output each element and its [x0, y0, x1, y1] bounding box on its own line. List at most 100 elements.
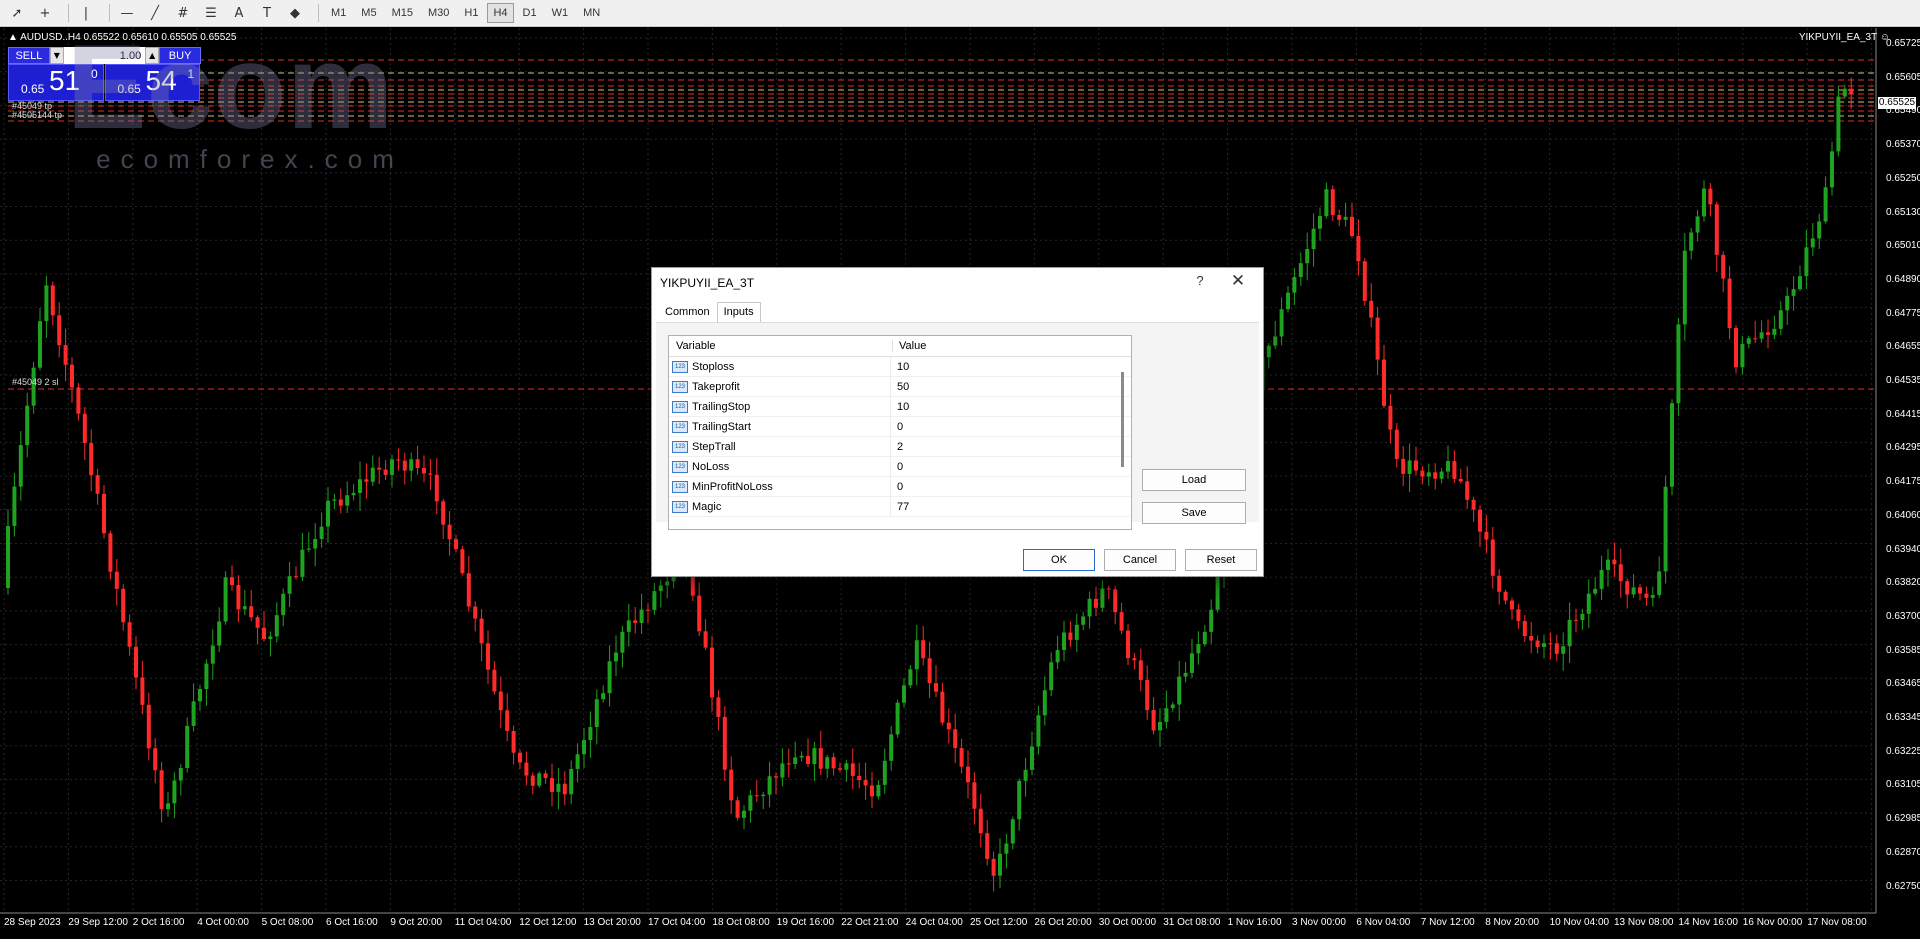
input-row-trailingstop[interactable]: 123 TrailingStop 10: [669, 397, 1131, 417]
load-button[interactable]: Load: [1142, 469, 1246, 491]
bearish-candle: [774, 776, 778, 778]
fibonacci-icon[interactable]: ☰: [200, 2, 222, 24]
crosshair-icon[interactable]: +: [34, 2, 56, 24]
bullish-candle: [665, 581, 670, 586]
time-tick-label: 31 Oct 08:00: [1163, 917, 1221, 928]
bullish-candle: [409, 459, 414, 471]
price-tick-label: 0.63820: [1886, 577, 1920, 589]
ask-price[interactable]: 0.65 54 1: [104, 64, 200, 101]
timeframe-d1[interactable]: D1: [517, 3, 543, 23]
lot-size-field[interactable]: ▼ 1.00 ▲: [49, 47, 160, 64]
input-value[interactable]: 10: [891, 401, 909, 413]
bullish-candle: [1170, 704, 1175, 709]
text-icon[interactable]: A: [228, 2, 250, 24]
timeframe-mn[interactable]: MN: [577, 3, 606, 23]
price-tick-label: 0.65725: [1886, 38, 1920, 49]
horizontal-line-icon[interactable]: —: [116, 2, 138, 24]
lot-value[interactable]: 1.00: [64, 50, 145, 62]
bullish-candle: [1836, 96, 1841, 152]
bearish-candle: [1714, 204, 1719, 255]
input-row-minprofitnoloss[interactable]: 123 MinProfitNoLoss 0: [669, 477, 1131, 497]
bearish-candle: [806, 755, 810, 765]
close-icon[interactable]: ✕: [1227, 271, 1249, 291]
bullish-candle: [825, 757, 830, 769]
bullish-candle: [1599, 569, 1604, 589]
buy-button[interactable]: BUY: [159, 47, 202, 64]
timeframe-w1[interactable]: W1: [546, 3, 575, 23]
input-row-stoploss[interactable]: 123 Stoploss 10: [669, 357, 1131, 377]
input-value[interactable]: 0: [891, 461, 903, 473]
reset-button[interactable]: Reset: [1185, 549, 1257, 571]
input-value[interactable]: 50: [891, 381, 909, 393]
column-header-variable[interactable]: Variable: [669, 340, 893, 352]
ask-price-fraction: 1: [187, 67, 195, 81]
input-value[interactable]: 10: [891, 361, 909, 373]
bearish-candle: [422, 467, 426, 474]
tab-inputs[interactable]: Inputs: [716, 302, 761, 322]
vertical-line-icon[interactable]: |: [75, 2, 97, 24]
bearish-candle: [1145, 679, 1150, 711]
timeframe-m30[interactable]: M30: [422, 3, 455, 23]
bid-price-prefix: 0.65: [21, 82, 45, 96]
scrollbar-thumb[interactable]: [1121, 372, 1124, 467]
bullish-candle: [1842, 88, 1847, 97]
timeframe-h4[interactable]: H4: [487, 3, 514, 23]
trendline-icon[interactable]: ╱: [144, 2, 166, 24]
lot-decrease-icon[interactable]: ▼: [49, 47, 64, 64]
bullish-candle: [1036, 715, 1041, 747]
input-value[interactable]: 0: [891, 421, 903, 433]
price-chart[interactable]: ▲ AUDUSD..H4 0.65522 0.65610 0.65505 0.6…: [0, 28, 1920, 939]
time-tick-label: 2 Oct 16:00: [132, 917, 185, 928]
input-value[interactable]: 77: [891, 501, 909, 513]
bid-price-fraction: 0: [91, 67, 98, 81]
bearish-candle: [1516, 609, 1521, 622]
input-row-trailingstart[interactable]: 123 TrailingStart 0: [669, 417, 1131, 437]
input-value[interactable]: 2: [891, 441, 903, 453]
input-value[interactable]: 0: [891, 481, 903, 493]
time-tick-label: 18 Oct 08:00: [712, 917, 770, 928]
cancel-button[interactable]: Cancel: [1104, 549, 1176, 571]
column-header-value[interactable]: Value: [893, 340, 926, 352]
time-tick-label: 3 Nov 00:00: [1292, 917, 1346, 928]
bearish-candle: [57, 315, 62, 346]
channel-icon[interactable]: #: [172, 2, 194, 24]
input-row-takeprofit[interactable]: 123 Takeprofit 50: [669, 377, 1131, 397]
timeframe-m5[interactable]: M5: [355, 3, 382, 23]
lot-increase-icon[interactable]: ▲: [145, 47, 160, 64]
bullish-candle: [242, 606, 247, 610]
bullish-candle: [281, 593, 286, 616]
timeframe-m15[interactable]: M15: [386, 3, 419, 23]
input-variable-name: NoLoss: [688, 457, 891, 476]
bearish-candle: [716, 697, 721, 717]
tab-common[interactable]: Common: [658, 302, 717, 322]
table-scrollbar[interactable]: [1118, 357, 1128, 529]
ask-price-prefix: 0.65: [117, 82, 141, 96]
price-tick-label: 0.63700: [1886, 610, 1920, 622]
timeframe-h1[interactable]: H1: [458, 3, 484, 23]
bearish-candle: [102, 493, 106, 534]
bearish-candle: [1138, 660, 1143, 680]
bullish-candle: [1298, 263, 1303, 278]
label-icon[interactable]: T: [256, 2, 278, 24]
bearish-candle: [1727, 278, 1732, 329]
bearish-candle: [1465, 481, 1470, 500]
timeframe-m1[interactable]: M1: [325, 3, 352, 23]
cursor-icon[interactable]: ➚: [6, 2, 28, 24]
save-button[interactable]: Save: [1142, 502, 1246, 524]
input-row-noloss[interactable]: 123 NoLoss 0: [669, 457, 1131, 477]
input-row-magic[interactable]: 123 Magic 77: [669, 497, 1131, 517]
bullish-candle: [1081, 616, 1086, 625]
bullish-candle: [895, 702, 900, 735]
bullish-candle: [1023, 769, 1028, 781]
bearish-candle: [1618, 564, 1623, 582]
input-row-steptrall[interactable]: 123 StepTrall 2: [669, 437, 1131, 457]
bullish-candle: [1062, 632, 1066, 651]
bullish-candle: [1657, 571, 1662, 596]
sell-button[interactable]: SELL: [8, 47, 50, 64]
ok-button[interactable]: OK: [1023, 549, 1095, 571]
bearish-candle: [460, 549, 465, 574]
help-icon[interactable]: ?: [1189, 273, 1211, 288]
bid-price[interactable]: 0.65 51 0: [8, 64, 104, 101]
shapes-icon[interactable]: ◆: [284, 2, 306, 24]
bearish-candle: [972, 782, 977, 809]
